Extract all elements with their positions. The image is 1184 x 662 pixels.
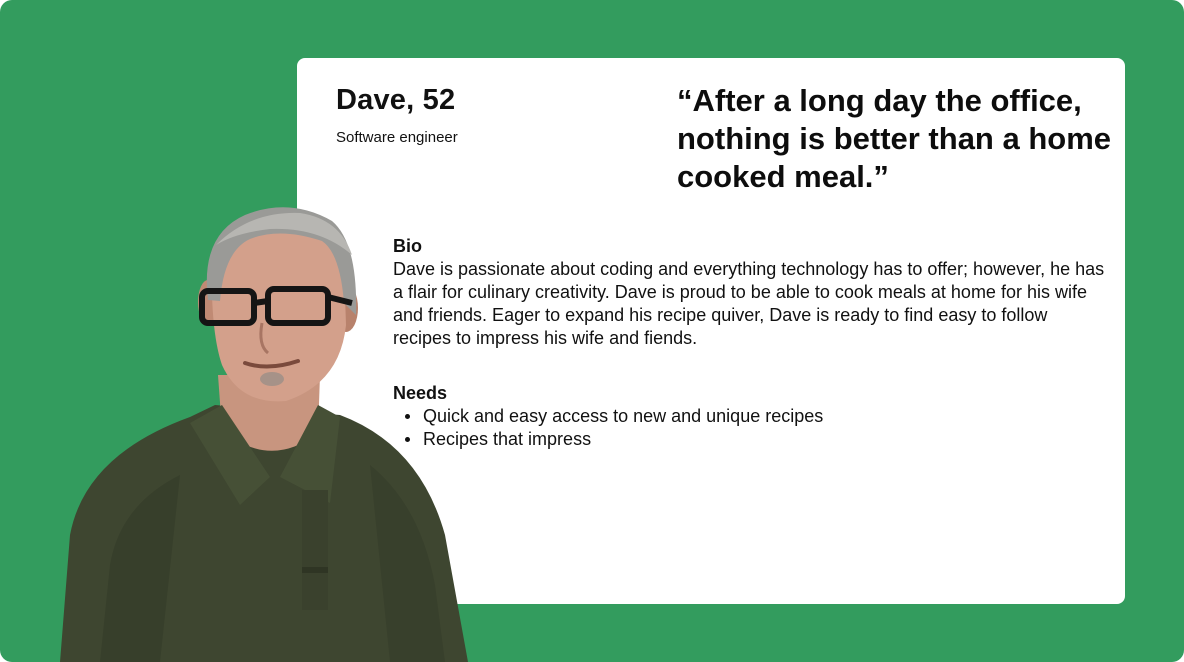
needs-section: Needs Quick and easy access to new and u…	[393, 382, 1105, 451]
bio-section: Bio Dave is passionate about coding and …	[393, 235, 1105, 350]
bio-title: Bio	[393, 236, 422, 256]
needs-list: Quick and easy access to new and unique …	[393, 405, 1105, 451]
persona-photo	[60, 207, 468, 662]
needs-item-text: Quick and easy access to new and unique …	[423, 406, 824, 426]
persona-frame: Dave, 52 Software engineer “After a long…	[0, 0, 1184, 662]
bio-text: Dave is passionate about coding and ever…	[393, 259, 1105, 348]
persona-quote: “After a long day the office, nothing is…	[677, 83, 1112, 194]
needs-item: Recipes that impress	[393, 428, 1105, 451]
needs-item: Quick and easy access to new and unique …	[393, 405, 1105, 428]
needs-title: Needs	[393, 383, 448, 403]
persona-role: Software engineer	[336, 129, 458, 146]
persona-name: Dave, 52	[336, 84, 456, 116]
